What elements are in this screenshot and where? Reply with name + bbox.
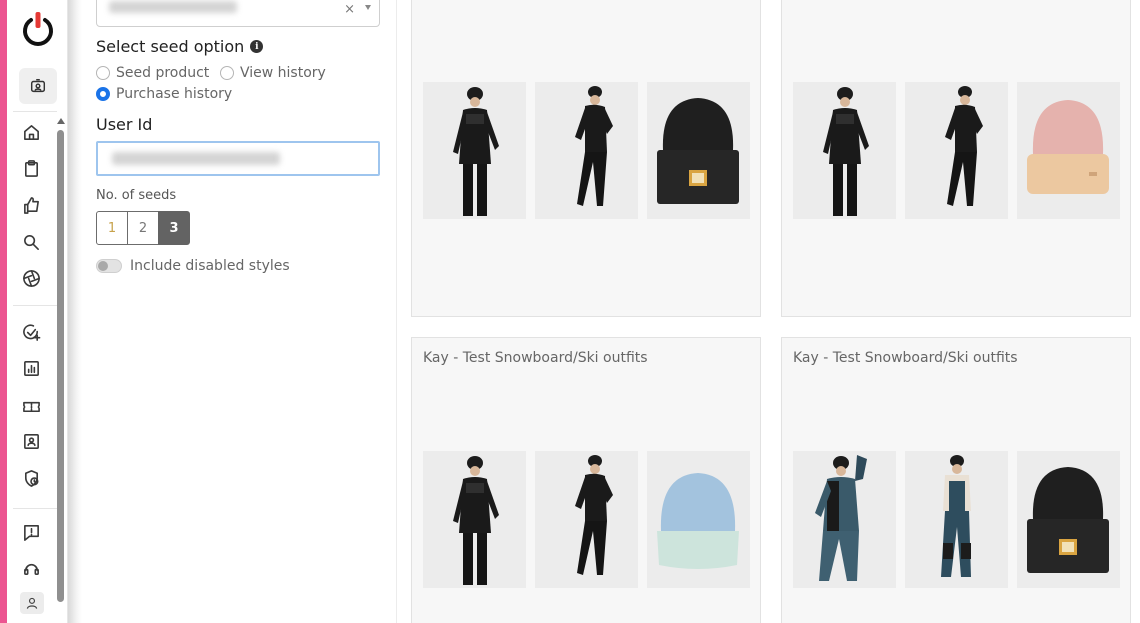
ticket-icon[interactable] bbox=[20, 395, 42, 417]
accent-bar bbox=[0, 0, 7, 623]
home-icon[interactable] bbox=[20, 121, 42, 143]
aperture-icon[interactable] bbox=[20, 267, 42, 289]
product-image-jacket-outfit[interactable] bbox=[423, 451, 526, 588]
user-id-value-redacted bbox=[112, 152, 280, 165]
product-image-black-beanie[interactable] bbox=[647, 82, 750, 219]
card-title: Kay - Test Snowboard/Ski outfits bbox=[423, 350, 648, 366]
radio-view-history[interactable]: View history bbox=[220, 65, 326, 81]
product-image-blue-beanie[interactable] bbox=[647, 451, 750, 588]
panel-shadow bbox=[68, 0, 82, 623]
results-area: Kay - Test Snowboard/Ski outfits Kay - T… bbox=[396, 0, 1140, 623]
shield-clock-icon[interactable] bbox=[20, 467, 42, 489]
user-id-label: User Id bbox=[96, 115, 153, 134]
product-image-pink-beanie[interactable] bbox=[1017, 82, 1120, 219]
select-value-redacted bbox=[109, 1, 237, 13]
user-id-input[interactable] bbox=[96, 141, 380, 176]
seed-count-3[interactable]: 3 bbox=[158, 211, 190, 245]
product-image-jacket-outfit[interactable] bbox=[793, 82, 896, 219]
seeds-segmented-control: 1 2 3 bbox=[96, 211, 190, 245]
collection-select[interactable]: × bbox=[96, 0, 380, 27]
power-logo-icon[interactable] bbox=[20, 11, 56, 49]
user-badge-icon[interactable] bbox=[19, 68, 57, 104]
include-disabled-toggle[interactable] bbox=[96, 259, 122, 273]
divider bbox=[13, 305, 57, 306]
product-image-jacket-outfit[interactable] bbox=[423, 82, 526, 219]
app: × Select seed option i Seed product View… bbox=[0, 0, 1140, 623]
seed-count-2[interactable]: 2 bbox=[127, 211, 159, 245]
product-image-bib-pants-outfit[interactable] bbox=[905, 451, 1008, 588]
radio-purchase-history[interactable]: Purchase history bbox=[96, 86, 232, 102]
outfit-card[interactable] bbox=[411, 0, 761, 317]
seeds-label: No. of seeds bbox=[96, 188, 177, 203]
user-icon[interactable] bbox=[20, 592, 44, 614]
outfit-card[interactable]: Kay - Test Snowboard/Ski outfits bbox=[781, 337, 1131, 623]
thumbs-up-icon[interactable] bbox=[20, 194, 42, 216]
chevron-down-icon[interactable] bbox=[365, 5, 371, 10]
info-icon[interactable]: i bbox=[250, 40, 264, 53]
scroll-thumb[interactable] bbox=[57, 130, 64, 602]
divider bbox=[13, 508, 57, 509]
outfit-card[interactable]: Kay - Test Snowboard/Ski outfits bbox=[411, 337, 761, 623]
scroll-up-arrow[interactable] bbox=[57, 118, 65, 124]
product-image-black-beanie[interactable] bbox=[1017, 451, 1120, 588]
outfit-card[interactable] bbox=[781, 0, 1131, 317]
check-plus-icon[interactable] bbox=[20, 321, 42, 343]
clear-icon[interactable]: × bbox=[344, 2, 355, 17]
product-image-full-outfit-black[interactable] bbox=[535, 451, 638, 588]
contact-card-icon[interactable] bbox=[20, 430, 42, 452]
seed-count-1[interactable]: 1 bbox=[96, 211, 128, 245]
clipboard-icon[interactable] bbox=[20, 157, 42, 179]
support-icon[interactable] bbox=[20, 557, 42, 579]
radio-circle[interactable] bbox=[220, 66, 234, 80]
feedback-icon[interactable] bbox=[20, 521, 42, 543]
radio-circle[interactable] bbox=[96, 66, 110, 80]
include-disabled-toggle-row[interactable]: Include disabled styles bbox=[96, 258, 290, 274]
settings-panel: × Select seed option i Seed product View… bbox=[82, 0, 396, 623]
card-title: Kay - Test Snowboard/Ski outfits bbox=[793, 350, 1018, 366]
radio-circle-checked[interactable] bbox=[96, 87, 110, 101]
divider bbox=[13, 111, 57, 112]
product-image-full-outfit-black[interactable] bbox=[905, 82, 1008, 219]
bar-chart-icon[interactable] bbox=[20, 357, 42, 379]
product-image-full-outfit-black[interactable] bbox=[535, 82, 638, 219]
radio-seed-product[interactable]: Seed product bbox=[96, 65, 209, 81]
sidebar bbox=[7, 0, 68, 623]
search-icon[interactable] bbox=[20, 231, 42, 253]
product-image-teal-jacket-outfit[interactable] bbox=[793, 451, 896, 588]
seed-option-heading: Select seed option i bbox=[96, 37, 264, 56]
